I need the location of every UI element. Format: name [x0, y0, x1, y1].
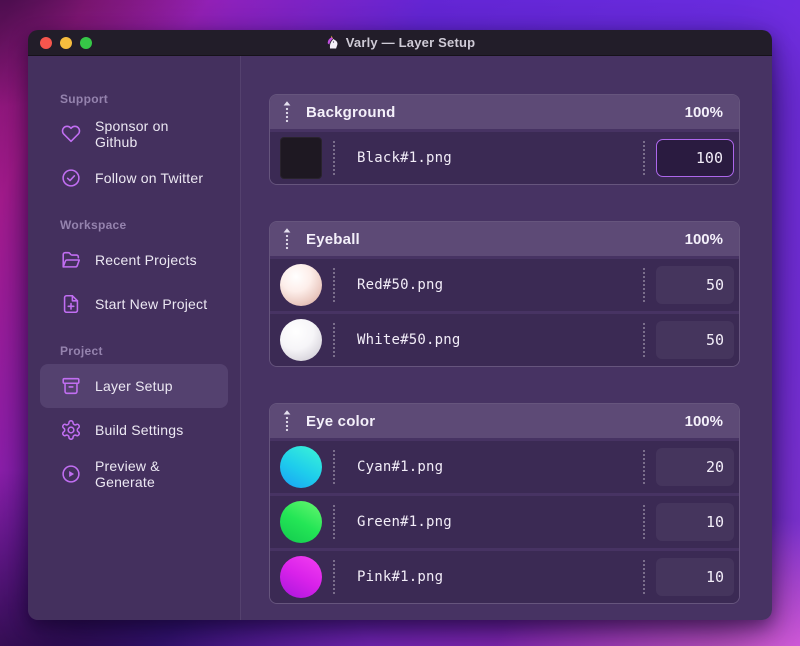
layer-filename: White#50.png [357, 332, 461, 348]
layer-thumbnail-cyan-circle [280, 446, 322, 488]
layer-filename: Black#1.png [357, 150, 452, 166]
folder-open-icon [60, 249, 82, 271]
divider-dotted [643, 268, 645, 302]
sidebar-item-preview-generate[interactable]: Preview & Generate [40, 452, 228, 496]
divider-dotted [643, 560, 645, 594]
layer-weight-input[interactable] [656, 448, 734, 486]
window-title: Varly — Layer Setup [325, 35, 476, 50]
sidebar-item-label: Preview & Generate [95, 458, 160, 490]
sidebar-item-label: Recent Projects [95, 252, 197, 268]
heart-icon [60, 123, 82, 145]
layer-group-name: Eyeball [306, 230, 360, 248]
sidebar-item-recent-projects[interactable]: Recent Projects [40, 238, 228, 282]
sidebar-item-label: Follow on Twitter [95, 170, 204, 186]
traffic-lights [40, 30, 92, 55]
sidebar: Support Sponsor on Github Follow on Twit… [28, 56, 240, 620]
sidebar-section-label: Project [60, 344, 103, 358]
divider-dotted [643, 323, 645, 357]
sidebar-item-follow-on-twitter[interactable]: Follow on Twitter [40, 156, 228, 200]
minimize-button[interactable] [60, 36, 72, 49]
divider-dotted [333, 323, 335, 357]
layer-row: White#50.png [270, 314, 739, 366]
layer-group-name: Background [306, 103, 396, 121]
layer-group-header: Background 100% [270, 95, 739, 129]
verified-check-icon [60, 167, 82, 189]
layer-group-header: Eye color 100% [270, 404, 739, 438]
layer-group-eye-color: Eye color 100% Cyan#1.png Green#1.png Pi… [269, 403, 740, 604]
drag-handle-icon[interactable] [282, 227, 294, 251]
layer-group-weight: 100% [684, 103, 723, 121]
sidebar-item-label: Sponsor on Github [95, 118, 169, 150]
divider-dotted [643, 505, 645, 539]
layer-weight-input[interactable] [656, 558, 734, 596]
layer-thumbnail-pink-circle [280, 556, 322, 598]
layer-thumbnail-green-circle [280, 501, 322, 543]
sidebar-section-label: Support [60, 92, 109, 106]
layer-group-name: Eye color [306, 412, 376, 430]
layer-row: Green#1.png [270, 496, 739, 548]
divider-dotted [643, 141, 645, 175]
layer-groups: Background 100% Black#1.png Eyeball 100%… [240, 56, 772, 620]
divider-dotted [333, 560, 335, 594]
zoom-button[interactable] [80, 36, 92, 49]
app-window: Varly — Layer Setup Support Sponsor on G… [28, 30, 772, 620]
divider-dotted [643, 450, 645, 484]
divider-dotted [333, 268, 335, 302]
close-button[interactable] [40, 36, 52, 49]
divider-dotted [333, 450, 335, 484]
layer-row: Cyan#1.png [270, 441, 739, 493]
sidebar-item-label: Build Settings [95, 422, 184, 438]
sidebar-section-workspace: Workspace Recent Projects Start New Proj… [28, 218, 240, 326]
layer-group-weight: 100% [684, 230, 723, 248]
layer-row: Black#1.png [270, 132, 739, 184]
layer-group-header: Eyeball 100% [270, 222, 739, 256]
layer-filename: Cyan#1.png [357, 459, 444, 475]
divider-dotted [333, 505, 335, 539]
layer-weight-input[interactable] [656, 139, 734, 177]
drag-handle-icon[interactable] [282, 100, 294, 124]
divider-dotted [333, 141, 335, 175]
sidebar-section-label: Workspace [60, 218, 127, 232]
gear-icon [60, 419, 82, 441]
archive-box-icon [60, 375, 82, 397]
sidebar-item-build-settings[interactable]: Build Settings [40, 408, 228, 452]
sidebar-item-layer-setup[interactable]: Layer Setup [40, 364, 228, 408]
sidebar-item-sponsor-on-github[interactable]: Sponsor on Github [40, 112, 228, 156]
drag-handle-icon[interactable] [282, 409, 294, 433]
layer-weight-input[interactable] [656, 266, 734, 304]
window-title-text: Varly — Layer Setup [345, 35, 476, 50]
sidebar-section-project: Project Layer Setup Build Settings Previ… [28, 344, 240, 496]
layer-weight-input[interactable] [656, 503, 734, 541]
window-body: Support Sponsor on Github Follow on Twit… [28, 56, 772, 620]
file-plus-icon [60, 293, 82, 315]
sidebar-section-support: Support Sponsor on Github Follow on Twit… [28, 92, 240, 200]
layer-row: Red#50.png [270, 259, 739, 311]
sidebar-item-label: Layer Setup [95, 378, 173, 394]
layer-group-weight: 100% [684, 412, 723, 430]
layer-thumbnail-red-sphere [280, 264, 322, 306]
layer-group-eyeball: Eyeball 100% Red#50.png White#50.png [269, 221, 740, 367]
layer-group-background: Background 100% Black#1.png [269, 94, 740, 185]
layer-thumbnail-white-sphere [280, 319, 322, 361]
play-circle-icon [60, 463, 82, 485]
layer-filename: Green#1.png [357, 514, 452, 530]
sidebar-item-label: Start New Project [95, 296, 208, 312]
unicorn-icon [325, 35, 340, 50]
sidebar-item-start-new-project[interactable]: Start New Project [40, 282, 228, 326]
layer-filename: Red#50.png [357, 277, 444, 293]
layer-filename: Pink#1.png [357, 569, 444, 585]
layer-thumbnail-black-square [280, 137, 322, 179]
title-bar: Varly — Layer Setup [28, 30, 772, 56]
layer-weight-input[interactable] [656, 321, 734, 359]
layer-row: Pink#1.png [270, 551, 739, 603]
